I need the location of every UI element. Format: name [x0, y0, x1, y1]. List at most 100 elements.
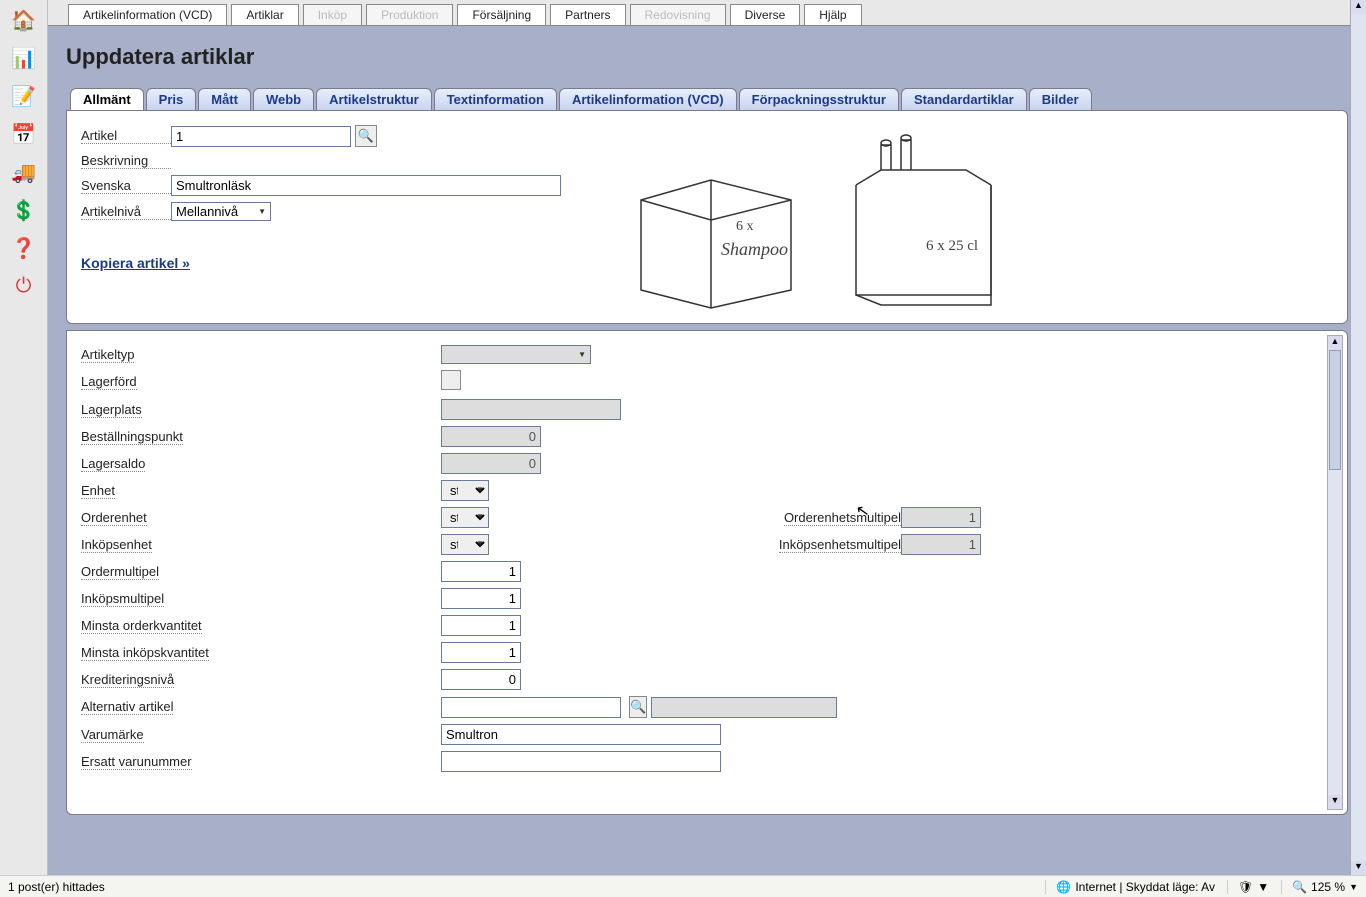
- page-title: Uppdatera artiklar: [66, 44, 1348, 70]
- artikel-input[interactable]: [171, 126, 351, 147]
- artikelniva-label: Artikelnivå: [81, 204, 171, 220]
- svenska-label: Svenska: [81, 178, 171, 194]
- minstaorder-label: Minsta orderkvantitet: [81, 618, 202, 634]
- inkopsenhet-select[interactable]: st: [441, 534, 489, 555]
- scroll-down-icon[interactable]: ▼: [1351, 861, 1366, 875]
- minstainkop-input[interactable]: [441, 642, 521, 663]
- scroll-up-icon[interactable]: ▲: [1351, 0, 1366, 14]
- artikel-search-button[interactable]: 🔍: [355, 125, 377, 147]
- scroll-down-icon[interactable]: ▼: [1328, 795, 1342, 809]
- box-illustration: 6 x Shampoo: [621, 130, 811, 310]
- sub-tab-artikelstruktur[interactable]: Artikelstruktur: [316, 88, 432, 110]
- sub-tab-webb[interactable]: Webb: [253, 88, 314, 110]
- chevron-down-icon[interactable]: ▼: [1257, 880, 1269, 894]
- chart-icon[interactable]: 📊: [8, 42, 40, 74]
- inkopsmultipel-label: Inköpsmultipel: [81, 591, 164, 607]
- varumarke-input[interactable]: [441, 724, 721, 745]
- search-icon: 🔍: [358, 128, 374, 144]
- lagerford-label: Lagerförd: [81, 374, 137, 390]
- artikeltyp-label: Artikeltyp: [81, 347, 134, 363]
- top-tab-artikelinfo-vcd[interactable]: Artikelinformation (VCD): [68, 4, 227, 25]
- outer-scrollbar[interactable]: ▲ ▼: [1350, 0, 1366, 875]
- status-left: 1 post(er) hittades: [8, 880, 105, 894]
- left-icon-bar: 🏠 📊 📝 📅 🚚 💲 ❓ ⏻: [0, 0, 48, 875]
- sub-tab-textinfo[interactable]: Textinformation: [434, 88, 557, 110]
- status-zoom: 125 %: [1311, 880, 1345, 894]
- lower-panel: Artikeltyp Lagerförd Lagerplats Beställn…: [66, 330, 1348, 815]
- power-icon[interactable]: ⏻: [8, 270, 40, 302]
- sub-tab-allmant[interactable]: Allmänt: [70, 88, 144, 110]
- inkopsenhet-label: Inköpsenhet: [81, 537, 152, 553]
- sub-tab-artikelinfo-vcd[interactable]: Artikelinformation (VCD): [559, 88, 737, 110]
- sub-tab-standard[interactable]: Standardartiklar: [901, 88, 1027, 110]
- top-tab-bar: Artikelinformation (VCD) Artiklar Inköp …: [48, 0, 1366, 26]
- top-tab-partners[interactable]: Partners: [550, 4, 625, 25]
- top-tab-produktion[interactable]: Produktion: [366, 4, 453, 25]
- svg-text:6 x 25 cl: 6 x 25 cl: [926, 238, 978, 254]
- home-icon[interactable]: 🏠: [8, 4, 40, 36]
- inner-scrollbar[interactable]: ▲ ▼: [1327, 335, 1343, 810]
- krediteringsniva-input[interactable]: [441, 669, 521, 690]
- lagersaldo-input[interactable]: [441, 453, 541, 474]
- ordermultipel-input[interactable]: [441, 561, 521, 582]
- globe-icon: 🌐: [1056, 880, 1071, 894]
- altartikel-input[interactable]: [441, 697, 621, 718]
- inkopsenhetsmultipel-label: Inköpsenhetsmultipel: [779, 537, 901, 553]
- top-tab-diverse[interactable]: Diverse: [730, 4, 801, 25]
- lagerford-checkbox[interactable]: [441, 370, 461, 390]
- calendar-icon[interactable]: 📅: [8, 118, 40, 150]
- note-icon[interactable]: 📝: [8, 80, 40, 112]
- bestallningspunkt-input[interactable]: [441, 426, 541, 447]
- svg-text:Shampoo: Shampoo: [721, 239, 788, 259]
- sub-tab-forpackning[interactable]: Förpackningsstruktur: [739, 88, 899, 110]
- minstaorder-input[interactable]: [441, 615, 521, 636]
- scroll-up-icon[interactable]: ▲: [1328, 336, 1342, 350]
- help-icon[interactable]: ❓: [8, 232, 40, 264]
- svenska-input[interactable]: [171, 175, 561, 196]
- beskrivning-label: Beskrivning: [81, 153, 171, 169]
- inkopsmultipel-input[interactable]: [441, 588, 521, 609]
- artikelniva-select[interactable]: Mellannivå: [171, 202, 271, 221]
- altartikel-label: Alternativ artikel: [81, 699, 173, 715]
- sub-tab-matt[interactable]: Mått: [198, 88, 251, 110]
- upper-panel: Artikel 🔍 Beskrivning Svenska Artikelniv…: [66, 110, 1348, 324]
- chevron-down-icon[interactable]: ▼: [1349, 882, 1358, 892]
- sub-tab-bilder[interactable]: Bilder: [1029, 88, 1092, 110]
- enhet-select[interactable]: st: [441, 480, 489, 501]
- lagersaldo-label: Lagersaldo: [81, 456, 145, 472]
- status-bar: 1 post(er) hittades 🌐 Internet | Skyddat…: [0, 875, 1366, 897]
- top-tab-redovisning[interactable]: Redovisning: [630, 4, 726, 25]
- top-tab-forsaljning[interactable]: Försäljning: [457, 4, 546, 25]
- dollar-icon[interactable]: 💲: [8, 194, 40, 226]
- enhet-label: Enhet: [81, 483, 115, 499]
- sub-tab-pris[interactable]: Pris: [146, 88, 197, 110]
- bottle-pack-illustration: 6 x 25 cl: [831, 125, 1021, 315]
- top-tab-artiklar[interactable]: Artiklar: [231, 4, 298, 25]
- minstainkop-label: Minsta inköpskvantitet: [81, 645, 209, 661]
- altartikel-display: [651, 697, 837, 718]
- top-tab-hjalp[interactable]: Hjälp: [804, 4, 861, 25]
- inkopsenhetsmultipel-input[interactable]: [901, 534, 981, 555]
- orderenhet-select[interactable]: st: [441, 507, 489, 528]
- copy-article-link[interactable]: Kopiera artikel »: [81, 255, 190, 271]
- shield-icon: 🛡: [1238, 880, 1253, 894]
- orderenhet-label: Orderenhet: [81, 510, 147, 526]
- orderenhetsmultipel-input[interactable]: [901, 507, 981, 528]
- truck-icon[interactable]: 🚚: [8, 156, 40, 188]
- artikeltyp-select[interactable]: [441, 345, 591, 364]
- sub-tab-bar: Allmänt Pris Mått Webb Artikelstruktur T…: [70, 88, 1348, 110]
- scroll-thumb[interactable]: [1329, 350, 1341, 470]
- artikel-label: Artikel: [81, 128, 171, 144]
- lagerplats-input[interactable]: [441, 399, 621, 420]
- bestallningspunkt-label: Beställningspunkt: [81, 429, 183, 445]
- ordermultipel-label: Ordermultipel: [81, 564, 159, 580]
- orderenhetsmultipel-label: Orderenhetsmultipel: [784, 510, 901, 526]
- altartikel-search-button[interactable]: 🔍: [629, 696, 647, 718]
- svg-text:6 x: 6 x: [736, 219, 754, 234]
- varumarke-label: Varumärke: [81, 727, 144, 743]
- zoom-icon: 🔍: [1292, 880, 1307, 894]
- ersatt-input[interactable]: [441, 751, 721, 772]
- ersatt-label: Ersatt varunummer: [81, 754, 192, 770]
- status-internet: Internet | Skyddat läge: Av: [1075, 880, 1215, 894]
- top-tab-inkop[interactable]: Inköp: [303, 4, 362, 25]
